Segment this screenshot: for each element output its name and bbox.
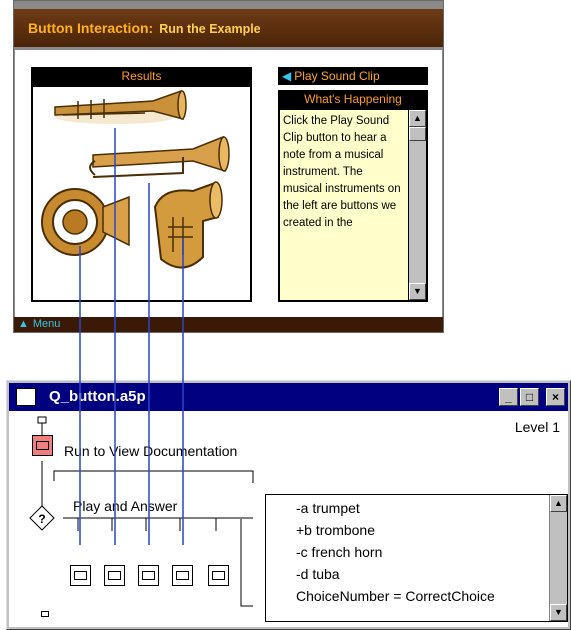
maximize-button[interactable]: □ [520, 388, 539, 406]
trumpet-button[interactable] [54, 89, 187, 124]
paste-hand-marker [41, 611, 49, 617]
close-button[interactable]: × [546, 388, 565, 406]
response-icon-trumpet[interactable] [70, 565, 91, 586]
lesson-body: Results ◀ Play Sound Clip What's Happeni… [15, 50, 442, 317]
response-icon-trombone[interactable] [104, 565, 125, 586]
map-icon[interactable] [32, 435, 53, 456]
level-indicator: Level 1 [514, 419, 560, 435]
lesson-title: Button Interaction: Run the Example [28, 20, 261, 36]
scroll-thumb[interactable] [409, 127, 426, 141]
whats-happening-header: What's Happening [278, 90, 428, 108]
flowline-pane[interactable]: Level 1 Run to View Documentation ? Play… [9, 411, 568, 627]
play-sound-clip-button[interactable]: ◀ Play Sound Clip [278, 67, 428, 85]
lesson-title-bar: Button Interaction: Run the Example [14, 9, 443, 47]
response-scroll-down-button[interactable]: ▼ [550, 604, 567, 621]
response-icon-tuba[interactable] [172, 565, 193, 586]
tuba-button[interactable] [153, 181, 223, 269]
response-list[interactable]: -a trumpet +b trombone -c french horn -d… [265, 494, 568, 622]
flow-window: Q_button.a5p _ □ × Level 1 Run to View D… [6, 380, 571, 630]
response-item[interactable]: ChoiceNumber = CorrectChoice [296, 585, 495, 607]
whats-happening-scrollbar[interactable]: ▲ ▼ [408, 110, 426, 300]
flow-title-bar[interactable]: Q_button.a5p _ □ × [9, 383, 568, 411]
lesson-menu-bar[interactable]: ▲ Menu [14, 317, 443, 332]
lesson-window: Button Interaction: Run the Example Resul… [13, 0, 444, 333]
trombone-button[interactable] [89, 135, 230, 178]
scroll-down-button[interactable]: ▼ [409, 283, 426, 300]
french-horn-button[interactable] [41, 188, 130, 256]
decision-symbol: ? [38, 512, 45, 526]
instrument-buttons [41, 89, 230, 269]
lesson-title-main: Button Interaction: [28, 20, 154, 36]
response-item[interactable]: -d tuba [296, 563, 495, 585]
play-and-answer-label: Play and Answer [73, 498, 178, 514]
flow-window-title: Q_button.a5p [49, 388, 146, 405]
response-item[interactable]: +b trombone [296, 519, 495, 541]
play-arrow-icon: ◀ [282, 69, 292, 83]
whats-happening-panel: Click the Play Sound Clip button to hear… [278, 108, 428, 302]
response-scroll-up-button[interactable]: ▲ [550, 495, 567, 512]
results-panel [31, 85, 252, 302]
decision-icon[interactable]: ? [29, 505, 55, 531]
play-sound-clip-label: Play Sound Clip [294, 69, 380, 83]
results-header: Results [31, 67, 252, 85]
minimize-button[interactable]: _ [499, 388, 518, 406]
menu-arrow-icon: ▲ [18, 318, 29, 330]
authorware-file-icon [16, 388, 36, 406]
response-list-scrollbar[interactable]: ▲ ▼ [549, 495, 567, 621]
lesson-title-sub: Run the Example [159, 22, 261, 36]
scroll-up-button[interactable]: ▲ [409, 110, 426, 127]
response-item[interactable]: -a trumpet [296, 497, 495, 519]
response-icon-condition[interactable] [208, 565, 229, 586]
response-item[interactable]: -c french horn [296, 541, 495, 563]
whats-happening-text: Click the Play Sound Clip button to hear… [283, 115, 401, 229]
run-documentation-label: Run to View Documentation [64, 443, 238, 459]
response-icon-french-horn[interactable] [138, 565, 159, 586]
response-items: -a trumpet +b trombone -c french horn -d… [296, 497, 495, 607]
menu-label[interactable]: Menu [29, 318, 61, 330]
